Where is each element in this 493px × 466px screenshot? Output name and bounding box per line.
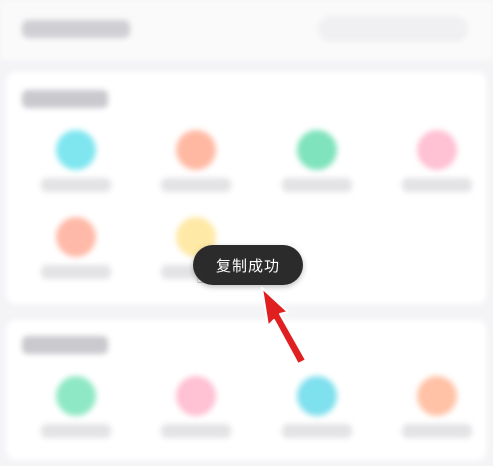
app-icon (297, 376, 337, 416)
app-icon (176, 130, 216, 170)
section-card-2 (6, 320, 487, 460)
grid-item[interactable] (151, 376, 241, 466)
grid-item[interactable] (31, 376, 121, 466)
app-icon (417, 376, 457, 416)
grid-item[interactable] (31, 130, 121, 220)
section-title (22, 336, 108, 354)
toast-text: 复制成功 (215, 256, 280, 275)
grid-item-label (402, 424, 472, 438)
grid-item-label (282, 424, 352, 438)
app-icon (56, 217, 96, 257)
top-bar (0, 0, 493, 60)
arrow-pointer-icon (261, 287, 307, 365)
grid-item[interactable] (392, 376, 482, 466)
grid-item-label (41, 178, 111, 192)
grid-item-label (402, 178, 472, 192)
cursor-icon: ☝ (197, 272, 205, 286)
grid-item-label (41, 265, 111, 279)
app-icon (297, 130, 337, 170)
grid-item-label (161, 178, 231, 192)
app-icon (56, 376, 96, 416)
search-input[interactable] (318, 16, 468, 42)
copy-success-toast: 复制成功 (193, 245, 303, 285)
grid-item[interactable] (151, 130, 241, 220)
grid-item-label (282, 178, 352, 192)
app-icon (56, 130, 96, 170)
grid-item[interactable] (31, 217, 121, 307)
page-title (22, 20, 130, 38)
grid-item[interactable] (392, 130, 482, 220)
section-title (22, 90, 108, 108)
grid-item[interactable] (272, 376, 362, 466)
app-icon (417, 130, 457, 170)
grid-item-label (161, 424, 231, 438)
app-icon (176, 376, 216, 416)
grid-item-label (41, 424, 111, 438)
grid-item[interactable] (272, 130, 362, 220)
